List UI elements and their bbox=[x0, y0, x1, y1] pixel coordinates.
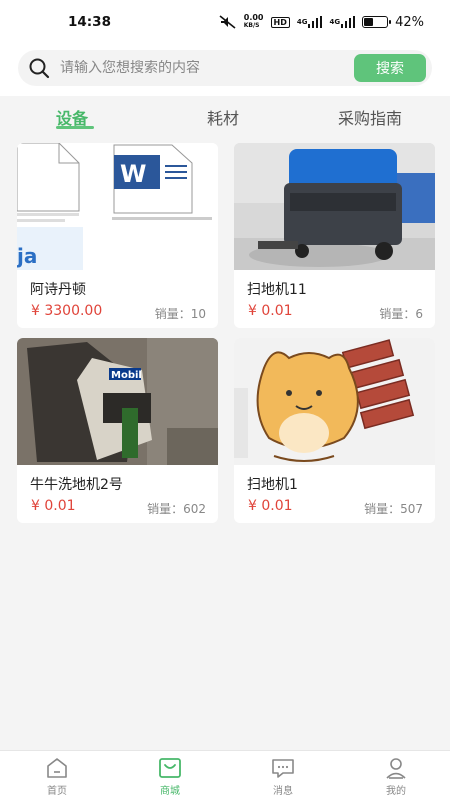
mute-icon bbox=[219, 15, 237, 29]
signal-icon-2: 4G bbox=[329, 16, 356, 28]
product-price: ¥ 0.01 bbox=[248, 498, 293, 514]
search-input[interactable] bbox=[60, 60, 340, 76]
product-price: ¥ 0.01 bbox=[31, 498, 76, 514]
battery-icon bbox=[362, 16, 392, 28]
product-price: ¥ 0.01 bbox=[248, 303, 293, 319]
tab-active-indicator bbox=[56, 126, 94, 129]
profile-icon bbox=[386, 758, 406, 779]
nav-label: 首页 bbox=[47, 786, 67, 797]
nav-profile[interactable]: 我的 bbox=[366, 757, 426, 797]
product-image bbox=[234, 143, 435, 270]
status-time: 14:38 bbox=[68, 14, 111, 30]
product-image bbox=[234, 338, 435, 465]
product-image: W ja bbox=[17, 143, 218, 270]
bottom-nav: 首页 商城 消息 我的 bbox=[0, 750, 450, 800]
nav-home[interactable]: 首页 bbox=[27, 757, 87, 797]
svg-text:Mobil: Mobil bbox=[111, 370, 142, 381]
product-card[interactable]: W ja 阿诗丹顿 ¥ 3300.00 销量：10 bbox=[17, 143, 218, 328]
search-header: 搜索 bbox=[0, 44, 450, 96]
search-button[interactable]: 搜索 bbox=[354, 54, 426, 82]
product-card[interactable]: Mobil 牛牛洗地机2号 ¥ 0.01 销量：602 bbox=[17, 338, 218, 523]
battery-percent: 42% bbox=[395, 14, 424, 30]
home-icon bbox=[47, 758, 67, 778]
battery-fill bbox=[364, 18, 374, 26]
mall-icon bbox=[159, 758, 181, 778]
svg-text:ja: ja bbox=[17, 244, 37, 268]
network-speed: 0.00 KB/S bbox=[243, 13, 264, 30]
product-sales: 销量：602 bbox=[147, 502, 206, 516]
nav-mall[interactable]: 商城 bbox=[140, 757, 200, 797]
category-tabs: 设备 耗材 采购指南 bbox=[0, 96, 450, 136]
search-box[interactable]: 搜索 bbox=[18, 50, 432, 86]
product-title: 扫地机1 bbox=[247, 477, 298, 493]
tab-consumables[interactable]: 耗材 bbox=[207, 105, 239, 129]
status-icons: 0.00 KB/S HD 4G 4G 42% bbox=[219, 14, 424, 30]
signal-icon-1: 4G bbox=[297, 16, 323, 28]
status-bar: 14:38 0.00 KB/S HD 4G 4G 42% bbox=[0, 0, 450, 44]
tab-purchase-guide[interactable]: 采购指南 bbox=[338, 105, 402, 129]
nav-label: 商城 bbox=[160, 786, 180, 797]
product-card[interactable]: 扫地机1 ¥ 0.01 销量：507 bbox=[234, 338, 435, 523]
product-title: 牛牛洗地机2号 bbox=[30, 477, 123, 493]
product-price: ¥ 3300.00 bbox=[31, 303, 103, 319]
svg-text:W: W bbox=[120, 160, 146, 188]
nav-label: 消息 bbox=[273, 786, 293, 797]
product-card[interactable]: 扫地机11 ¥ 0.01 销量：6 bbox=[234, 143, 435, 328]
product-image: Mobil bbox=[17, 338, 218, 465]
product-sales: 销量：507 bbox=[364, 502, 423, 516]
hd-badge: HD bbox=[270, 16, 290, 28]
product-title: 扫地机11 bbox=[247, 282, 307, 298]
product-title: 阿诗丹顿 bbox=[30, 282, 86, 298]
product-sales: 销量：6 bbox=[379, 307, 423, 321]
search-icon bbox=[29, 58, 50, 79]
nav-label: 我的 bbox=[386, 786, 406, 797]
nav-messages[interactable]: 消息 bbox=[253, 757, 313, 797]
product-sales: 销量：10 bbox=[154, 307, 206, 321]
message-icon bbox=[272, 759, 294, 778]
